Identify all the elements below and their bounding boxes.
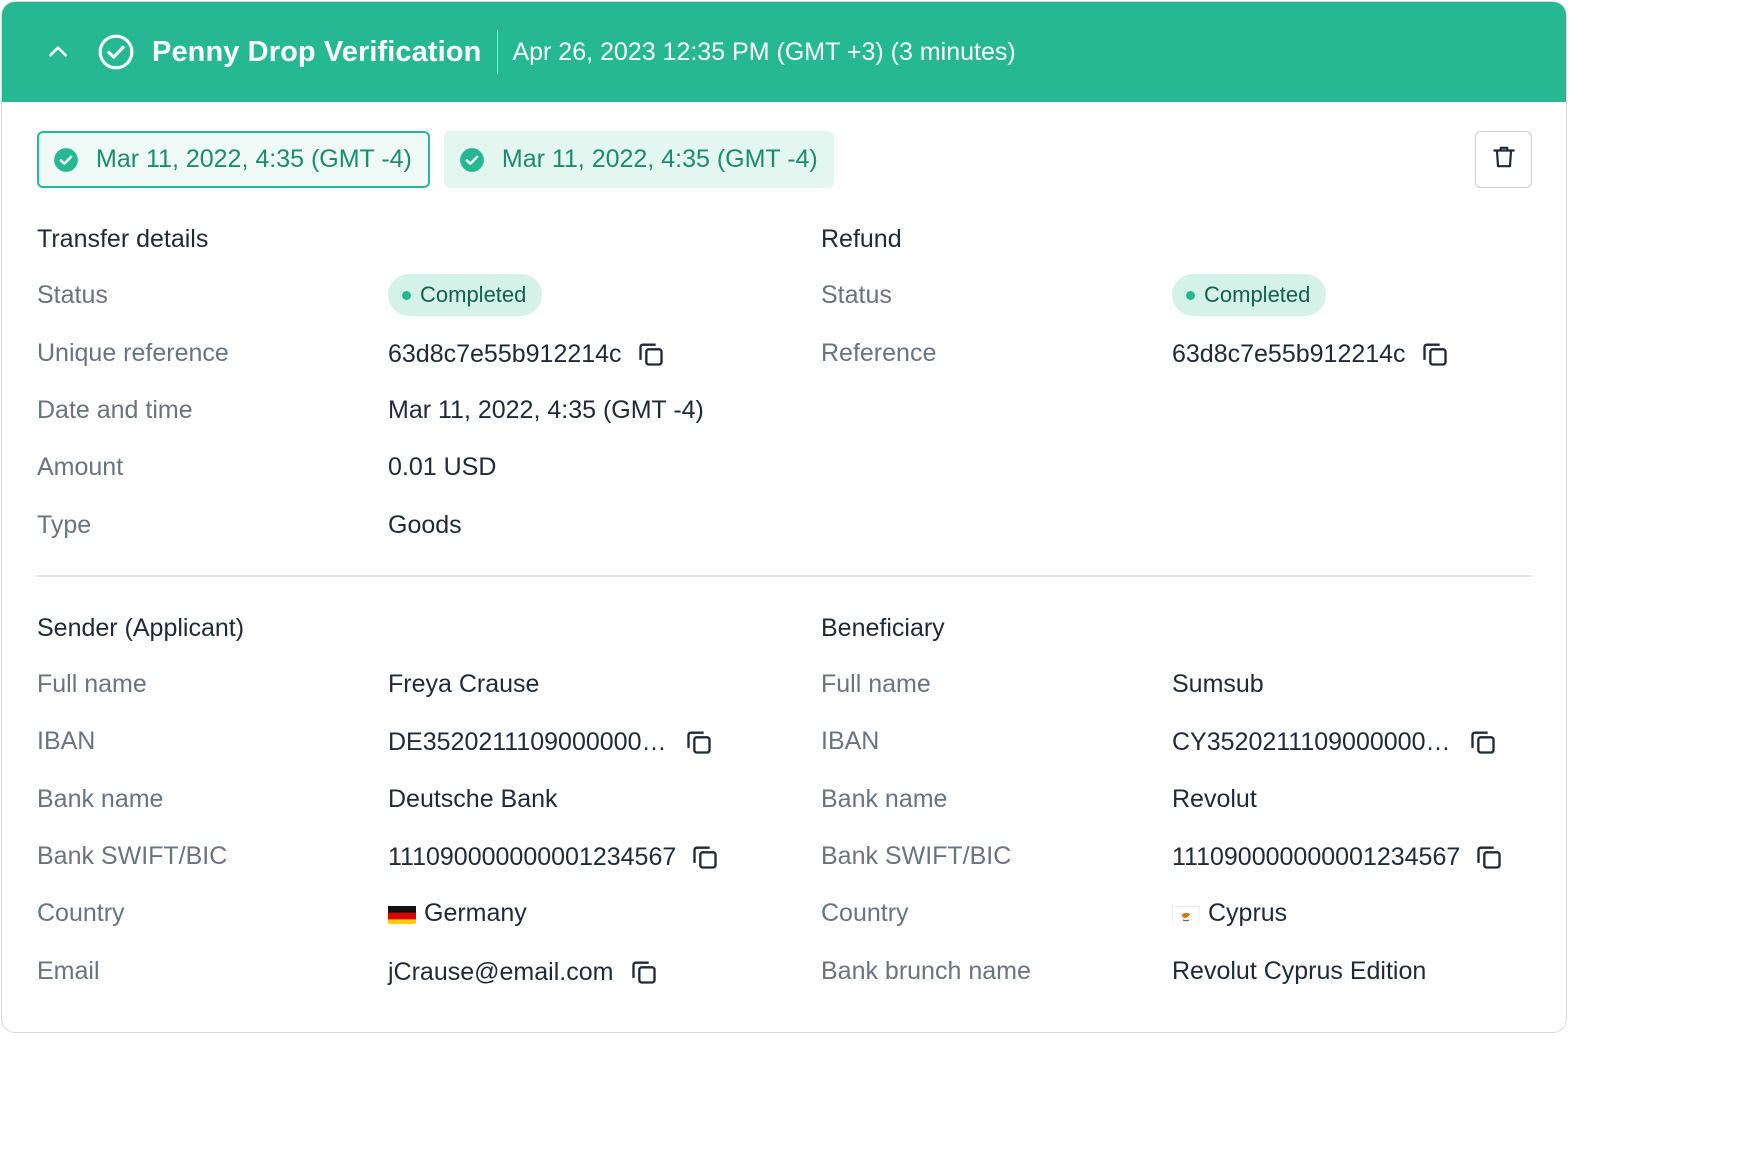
status-badge: Completed <box>1172 274 1327 316</box>
card-header[interactable]: Penny Drop Verification Apr 26, 2023 12:… <box>2 2 1566 102</box>
reference-text: 63d8c7e55b912214c <box>1172 339 1406 368</box>
header-divider <box>497 30 499 74</box>
page-title: Penny Drop Verification <box>152 35 482 68</box>
beneficiary-swift-label: Bank SWIFT/BIC <box>821 842 1012 870</box>
beneficiary-country-value: Cyprus <box>1172 899 1287 928</box>
sender-bank-value: Deutsche Bank <box>388 785 558 813</box>
transfer-status-badge: Completed <box>388 274 543 316</box>
check-circle-icon <box>96 32 136 72</box>
refund-status-badge: Completed <box>1172 274 1327 316</box>
beneficiary-iban-value: CY3520211109000000… <box>1172 727 1498 757</box>
copy-icon[interactable] <box>1420 339 1450 369</box>
sender-swift-value: 111090000000001234567 <box>388 842 720 872</box>
sender-bank-label: Bank name <box>37 785 164 813</box>
refund-reference-label: Reference <box>821 339 937 367</box>
status-dot <box>1186 290 1195 300</box>
sender-swift-label: Bank SWIFT/BIC <box>37 842 228 870</box>
refund-title: Refund <box>821 225 902 253</box>
beneficiary-bank-label: Bank name <box>821 785 948 813</box>
sender-title: Sender (Applicant) <box>37 614 245 642</box>
swift-text: 111090000000001234567 <box>388 842 677 871</box>
trash-icon <box>1491 143 1517 176</box>
email-text: jCrause@email.com <box>388 957 614 986</box>
attempt-chip-2[interactable]: Mar 11, 2022, 4:35 (GMT -4) <box>443 131 834 188</box>
transfer-amount-label: Amount <box>37 453 124 481</box>
transfer-reference-value: 63d8c7e55b912214c <box>388 339 666 369</box>
status-badge: Completed <box>388 274 543 316</box>
iban-text: DE3520211109000000… <box>388 727 667 756</box>
check-circle-filled-icon <box>458 146 486 174</box>
transfer-type-value: Goods <box>388 511 462 539</box>
beneficiary-title: Beneficiary <box>821 614 945 642</box>
sender-name-label: Full name <box>37 670 147 698</box>
refund-reference-value: 63d8c7e55b912214c <box>1172 339 1450 369</box>
attempt-chip-label: Mar 11, 2022, 4:35 (GMT -4) <box>96 145 412 173</box>
beneficiary-name-label: Full name <box>821 670 931 698</box>
attempt-chips: Mar 11, 2022, 4:35 (GMT -4) Mar 11, 2022… <box>37 131 834 188</box>
header-timestamp: Apr 26, 2023 12:35 PM (GMT +3) (3 minute… <box>512 37 1016 66</box>
transfer-date-value: Mar 11, 2022, 4:35 (GMT -4) <box>388 396 704 424</box>
check-circle-filled-icon <box>52 146 80 174</box>
sender-email-label: Email <box>37 957 100 985</box>
refund-status-label: Status <box>821 281 892 309</box>
cyprus-flag-icon <box>1172 904 1200 924</box>
sender-iban-label: IBAN <box>37 727 96 755</box>
transfer-date-label: Date and time <box>37 396 193 424</box>
iban-text: CY3520211109000000… <box>1172 727 1451 756</box>
section-divider <box>37 575 1531 577</box>
beneficiary-country-label: Country <box>821 899 909 927</box>
germany-flag-icon <box>388 904 416 924</box>
status-badge-text: Completed <box>420 282 527 307</box>
sender-country-label: Country <box>37 899 125 927</box>
beneficiary-branch-value: Revolut Cyprus Edition <box>1172 957 1427 985</box>
country-text: Cyprus <box>1208 899 1288 927</box>
copy-icon[interactable] <box>684 727 714 757</box>
attempt-chip-label: Mar 11, 2022, 4:35 (GMT -4) <box>501 145 818 173</box>
reference-text: 63d8c7e55b912214c <box>388 339 622 368</box>
attempt-chip-1[interactable]: Mar 11, 2022, 4:35 (GMT -4) <box>37 131 430 188</box>
beneficiary-iban-label: IBAN <box>821 727 880 755</box>
status-dot <box>402 290 411 300</box>
sender-email-value: jCrause@email.com <box>388 957 659 987</box>
transfer-type-label: Type <box>37 511 92 539</box>
beneficiary-name-value: Sumsub <box>1172 670 1264 698</box>
country-text: Germany <box>424 899 527 927</box>
chevron-up-icon[interactable] <box>44 38 72 66</box>
transfer-details-title: Transfer details <box>37 225 209 253</box>
copy-icon[interactable] <box>1474 842 1504 872</box>
sender-name-value: Freya Crause <box>388 670 540 698</box>
copy-icon[interactable] <box>636 339 666 369</box>
copy-icon[interactable] <box>690 842 720 872</box>
transfer-amount-value: 0.01 USD <box>388 453 497 481</box>
beneficiary-bank-value: Revolut <box>1172 785 1257 813</box>
copy-icon[interactable] <box>629 957 659 987</box>
beneficiary-swift-value: 111090000000001234567 <box>1172 842 1504 872</box>
swift-text: 111090000000001234567 <box>1172 842 1461 871</box>
sender-country-value: Germany <box>388 899 527 928</box>
transfer-reference-label: Unique reference <box>37 339 229 367</box>
sender-iban-value: DE3520211109000000… <box>388 727 714 757</box>
status-badge-text: Completed <box>1204 282 1311 307</box>
transfer-status-label: Status <box>37 281 108 309</box>
penny-drop-card: Penny Drop Verification Apr 26, 2023 12:… <box>1 1 1567 1033</box>
delete-button[interactable] <box>1475 131 1532 188</box>
copy-icon[interactable] <box>1468 727 1498 757</box>
beneficiary-branch-label: Bank brunch name <box>821 957 1031 985</box>
